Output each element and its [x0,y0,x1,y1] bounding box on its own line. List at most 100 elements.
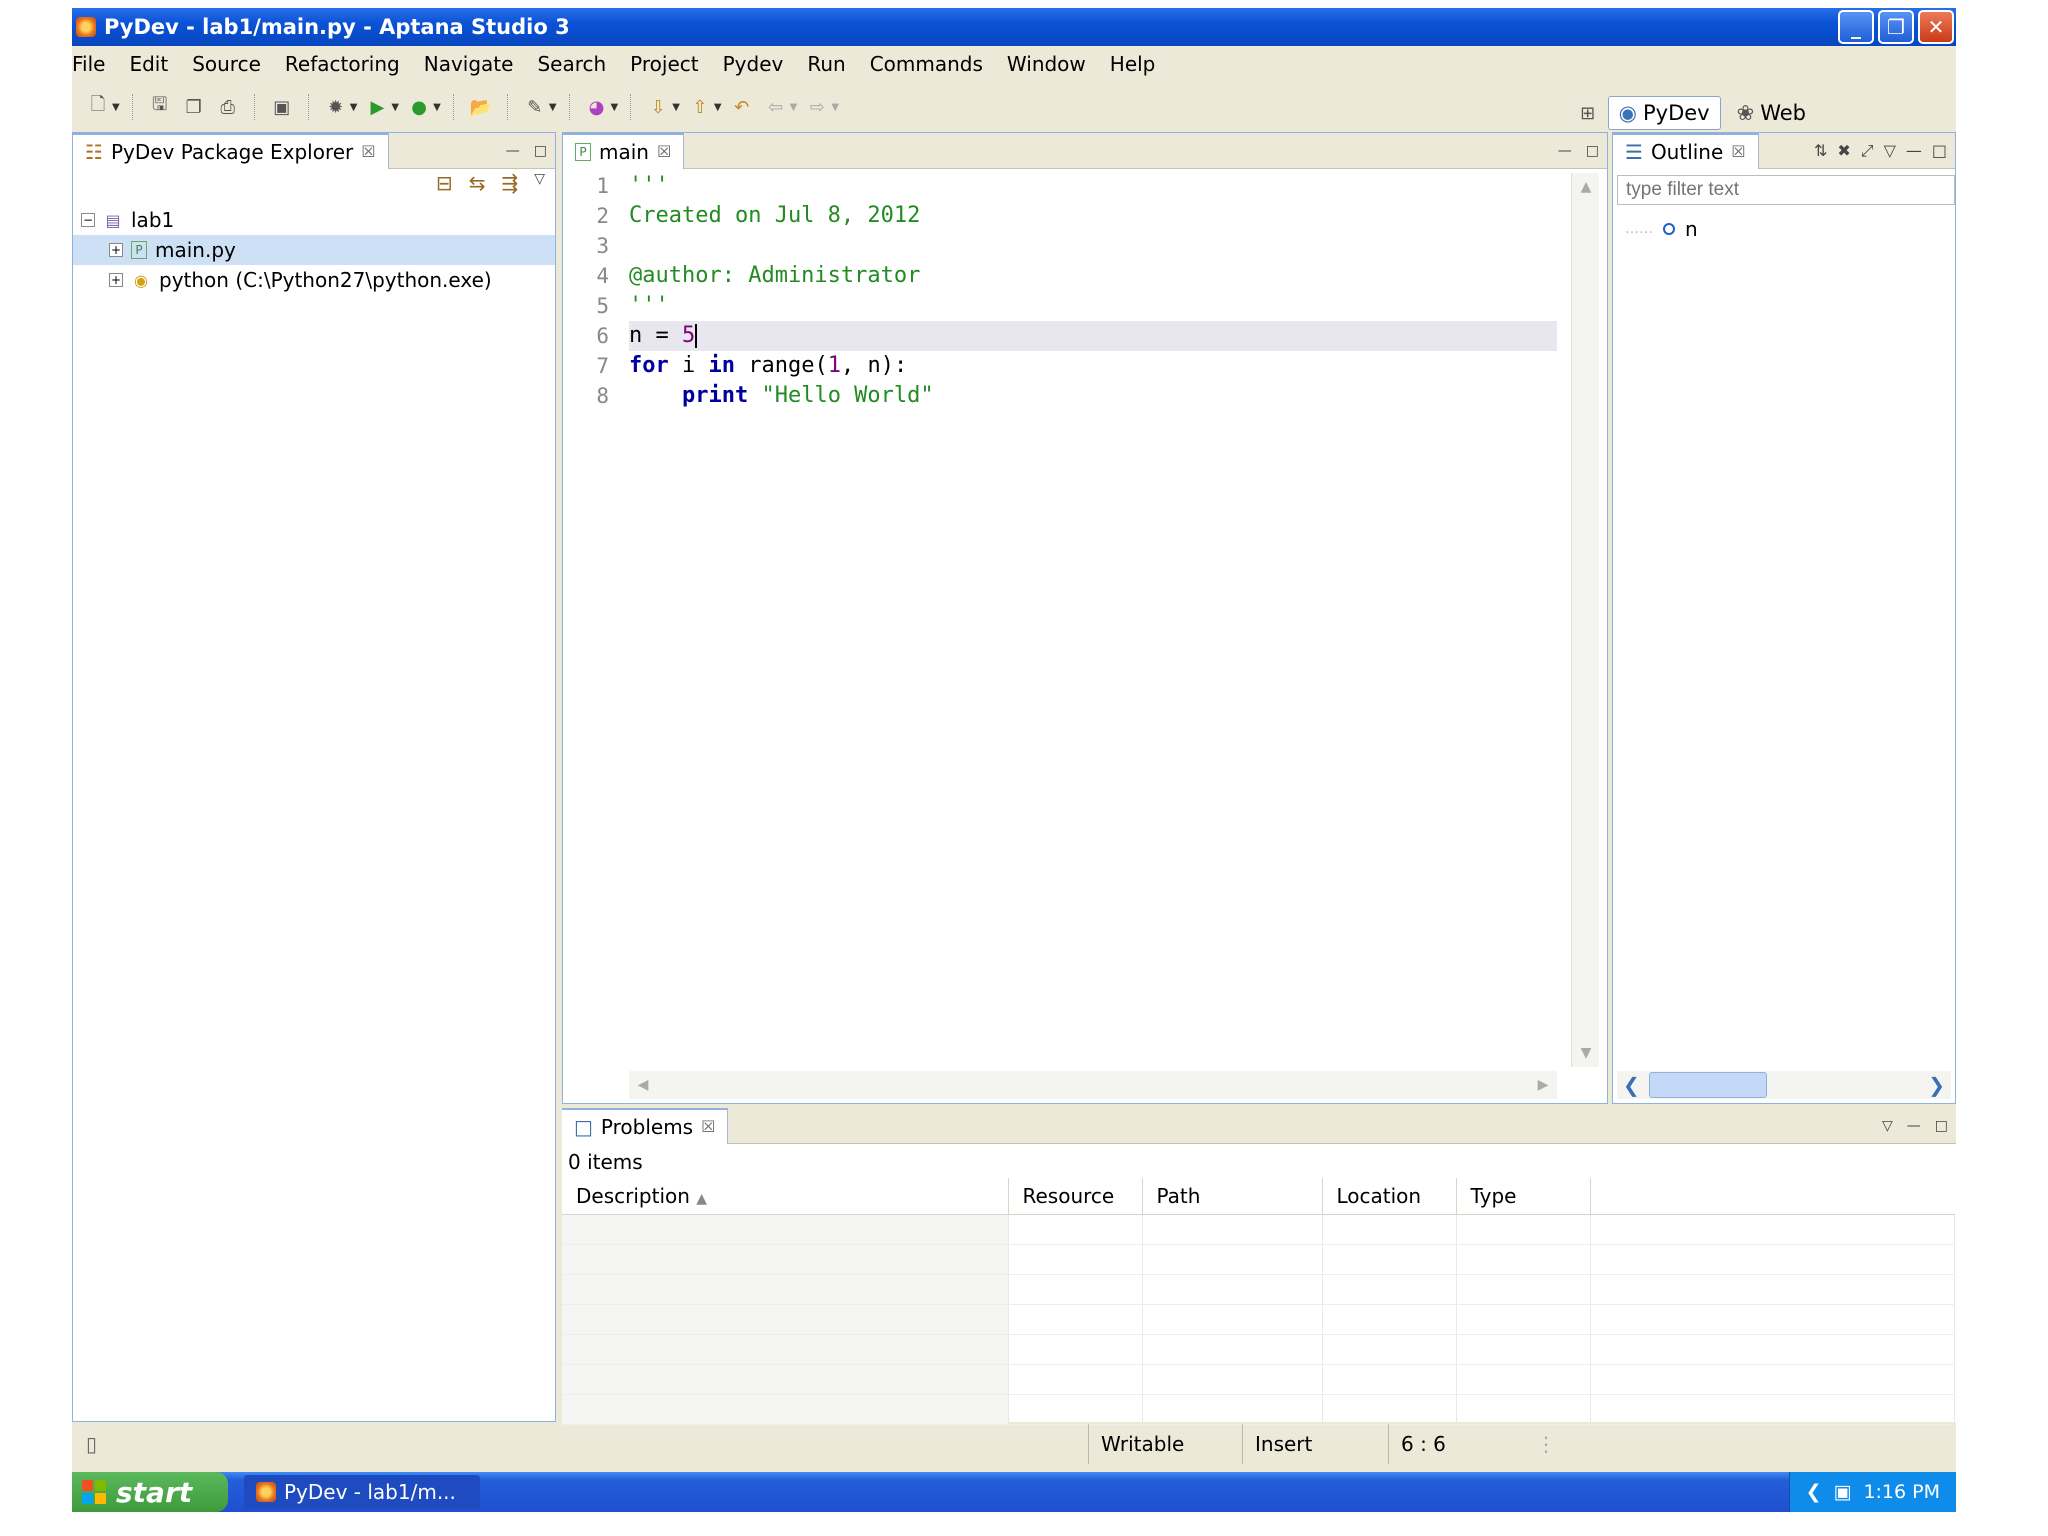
forward-icon[interactable]: ⇨ [803,93,831,121]
scroll-down-icon[interactable]: ▼ [1572,1039,1600,1067]
sort-icon[interactable]: ⇅ [1814,141,1827,161]
menu-source[interactable]: Source [192,52,273,76]
taskbar-task-pydev[interactable]: PyDev - lab1/m... [244,1475,480,1509]
previous-annotation-dropdown-icon[interactable]: ▼ [714,102,722,113]
back-icon[interactable]: ⇦ [762,93,790,121]
code-line-6[interactable]: n = 5 [629,321,1557,351]
column-path[interactable]: Path [1142,1178,1323,1215]
maximize-view-icon[interactable]: □ [1932,141,1947,161]
menu-window[interactable]: Window [1007,52,1098,76]
menu-edit[interactable]: Edit [129,52,180,76]
minimize-view-icon[interactable]: — [1906,141,1922,161]
minimize-view-icon[interactable]: — [1558,143,1572,159]
tree-item-lab1[interactable]: − ▤ lab1 [73,205,555,235]
menu-pydev[interactable]: Pydev [723,52,796,76]
maximize-view-icon[interactable]: □ [534,143,547,159]
tray-expand-icon[interactable]: ❮ [1806,1481,1822,1503]
print-icon[interactable]: ⎙ [214,93,242,121]
vmware-tray-icon[interactable]: ▣ [1833,1481,1851,1503]
debug-dropdown-icon[interactable]: ▼ [350,102,358,113]
next-annotation-dropdown-icon[interactable]: ▼ [672,102,680,113]
perspective-pydev[interactable]: ◉ PyDev [1607,96,1721,130]
run-icon[interactable]: ▶ [363,93,391,121]
scroll-right-icon[interactable]: ▶ [1529,1071,1557,1099]
menu-navigate[interactable]: Navigate [424,52,526,76]
save-all-icon[interactable]: ❐ [180,93,208,121]
external-tools-icon[interactable]: ● [405,93,433,121]
next-annotation-icon[interactable]: ⇩ [644,93,672,121]
minimize-button[interactable]: _ [1838,10,1874,44]
new-dropdown-icon[interactable]: ▼ [112,102,120,113]
menu-file[interactable]: File [72,52,117,76]
open-perspective-icon[interactable]: ⊞ [1574,99,1602,127]
code-line-3[interactable] [629,231,1557,261]
last-edit-icon[interactable]: ↶ [728,93,756,121]
close-button[interactable]: ✕ [1918,10,1954,44]
pen-dropdown-icon[interactable]: ▼ [549,102,557,113]
menu-commands[interactable]: Commands [870,52,995,76]
filter-icon[interactable]: ⇶ [501,171,518,195]
perspective-web[interactable]: ❀ Web [1727,96,1816,130]
save-icon[interactable]: 🖫 [146,93,174,121]
tab-main[interactable]: P main ☒ [563,132,685,169]
maximize-view-icon[interactable]: □ [1586,143,1599,159]
menu-refactoring[interactable]: Refactoring [285,52,412,76]
editor-horizontal-scrollbar[interactable]: ◀ ▶ [629,1071,1557,1099]
color-wheel-icon[interactable]: ◕ [583,93,611,121]
link-with-editor-icon[interactable]: ⇆ [469,171,486,195]
editor-vertical-scrollbar[interactable]: ▲ ▼ [1571,173,1599,1067]
scroll-right-icon[interactable]: ❯ [1928,1073,1951,1097]
outline-horizontal-scrollbar[interactable]: ❮ ❯ [1617,1071,1951,1099]
scroll-left-icon[interactable]: ◀ [629,1071,657,1099]
close-tab-icon[interactable]: ☒ [1731,142,1745,161]
expand-icon[interactable]: + [109,273,123,287]
start-button[interactable]: start [72,1472,228,1512]
back-dropdown-icon[interactable]: ▼ [790,102,798,113]
previous-annotation-icon[interactable]: ⇧ [686,93,714,121]
maximize-button[interactable]: ❐ [1878,10,1914,44]
maximize-view-icon[interactable]: □ [1935,1118,1948,1134]
close-tab-icon[interactable]: ☒ [701,1117,715,1136]
menu-run[interactable]: Run [807,52,857,76]
scroll-up-icon[interactable]: ▲ [1572,173,1600,201]
column-resource[interactable]: Resource [1008,1178,1143,1215]
collapse-all-icon[interactable]: ⊟ [436,171,453,195]
outline-item-n[interactable]: …… n [1625,217,1698,241]
pen-icon[interactable]: ✎ [521,93,549,121]
new-icon[interactable]: 🗋 [84,93,112,121]
menu-project[interactable]: Project [630,52,710,76]
code-line-2[interactable]: Created on Jul 8, 2012 [629,201,1557,231]
menu-search[interactable]: Search [537,52,618,76]
code-line-7[interactable]: for i in range(1, n): [629,351,1557,381]
expand-icon[interactable]: + [109,243,123,257]
column-location[interactable]: Location [1322,1178,1457,1215]
minimize-view-icon[interactable]: — [506,143,520,159]
column-type[interactable]: Type [1456,1178,1591,1215]
menu-help[interactable]: Help [1110,52,1168,76]
code-line-8[interactable]: print "Hello World" [629,381,1557,411]
code-line-1[interactable]: ''' [629,171,1557,201]
collapse-icon[interactable]: − [81,213,95,227]
expand-all-icon[interactable]: ⤢ [1861,141,1874,161]
scrollbar-thumb[interactable] [1649,1072,1767,1098]
close-tab-icon[interactable]: ☒ [657,142,671,161]
tree-item-main-py[interactable]: + P main.py [73,235,555,265]
external-tools-dropdown-icon[interactable]: ▼ [433,102,441,113]
color-dropdown-icon[interactable]: ▼ [611,102,619,113]
view-menu-icon[interactable]: ▽ [1884,141,1896,161]
view-menu-icon[interactable]: ▽ [534,171,545,195]
open-folder-icon[interactable]: 📂 [467,93,495,121]
fast-view-icon[interactable]: ▯ [72,1432,97,1456]
tab-outline[interactable]: ☰ Outline ☒ [1613,132,1759,169]
close-tab-icon[interactable]: ☒ [361,142,375,161]
collapse-all-icon[interactable]: ✖ [1837,141,1850,161]
tab-package-explorer[interactable]: ☷ PyDev Package Explorer ☒ [73,132,389,169]
tab-problems[interactable]: □ Problems ☒ [562,1107,729,1144]
outline-filter-input[interactable] [1617,175,1955,205]
scroll-left-icon[interactable]: ❮ [1617,1073,1640,1097]
debug-icon[interactable]: ✹ [322,93,350,121]
code-line-5[interactable]: ''' [629,291,1557,321]
run-dropdown-icon[interactable]: ▼ [391,102,399,113]
code-line-4[interactable]: @author: Administrator [629,261,1557,291]
view-menu-icon[interactable]: ▽ [1882,1118,1893,1134]
